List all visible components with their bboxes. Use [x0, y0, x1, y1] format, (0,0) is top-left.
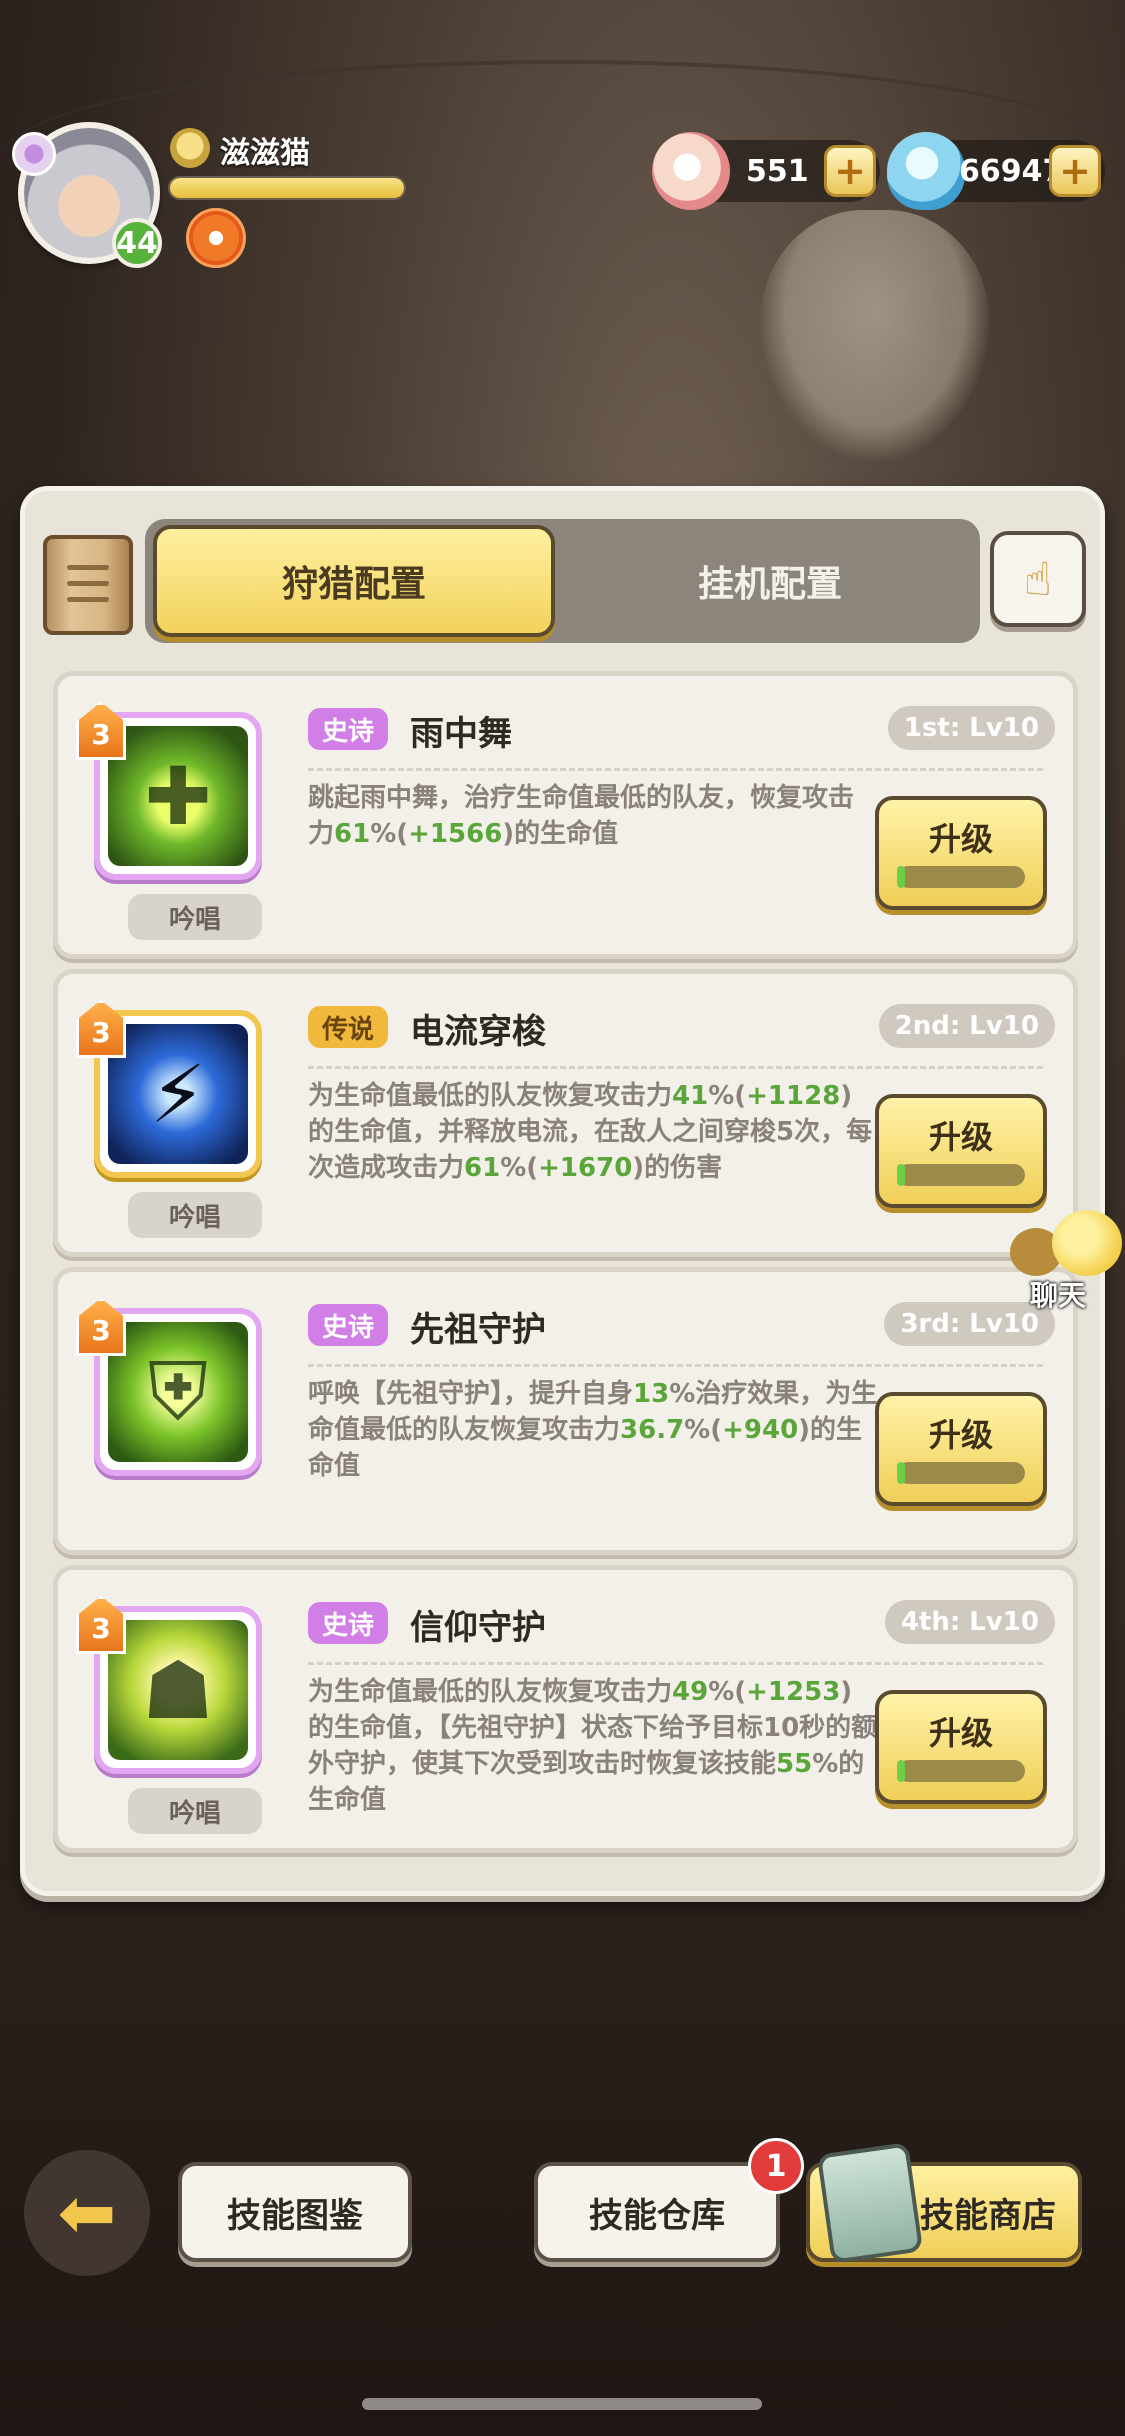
player-level-badge: 44 [112, 218, 162, 268]
skill-card: ⛨ 3 史诗 先祖守护 3rd: Lv10 呼唤【先祖守护】，提升自身13%治疗… [53, 1267, 1078, 1555]
chant-tag: 吟唱 [128, 1192, 262, 1238]
skill-description: 呼唤【先祖守护】，提升自身13%治疗效果，为生命值最低的队友恢复攻击力36.7%… [308, 1379, 878, 1481]
gem-currency: 66947 + [887, 132, 1105, 210]
player-name: 滋滋猫 [220, 136, 310, 171]
upgrade-label: 升级 [928, 1416, 993, 1454]
buff-icon[interactable] [186, 208, 246, 268]
skill-name: 电流穿梭 [410, 1012, 546, 1052]
guide-button[interactable]: ☝ [990, 531, 1086, 627]
skill-shop-button[interactable]: 技能商店 [806, 2142, 1082, 2264]
chat-label: 聊天 [1030, 1279, 1087, 1312]
upgrade-progress [897, 1462, 1025, 1484]
upgrade-label: 升级 [928, 820, 993, 858]
shop-tablet-icon [816, 2142, 924, 2264]
background-floor [0, 1880, 1125, 2436]
gem-count: 66947 [959, 153, 1064, 189]
skill-card: ✚ 3 吟唱 史诗 雨中舞 1st: Lv10 跳起雨中舞，治疗生命值最低的队友… [53, 671, 1078, 959]
upgrade-button[interactable]: 升级 [875, 1690, 1047, 1804]
rarity-badge: 史诗 [308, 1602, 389, 1644]
upgrade-button[interactable]: 升级 [875, 1094, 1047, 1208]
rarity-badge: 史诗 [308, 708, 389, 750]
tab-idle-config[interactable]: 挂机配置 [565, 525, 975, 637]
skill-description: 为生命值最低的队友恢复攻击力41%(+1128)的生命值，并释放电流，在敌人之间… [308, 1081, 873, 1183]
upgrade-label: 升级 [928, 1118, 993, 1156]
pearl-currency: 551 + [652, 132, 880, 210]
home-indicator[interactable] [362, 2398, 762, 2410]
skill-description: 跳起雨中舞，治疗生命值最低的队友，恢复攻击力61%(+1566)的生命值 [308, 783, 855, 849]
slot-level-tag: 4th: Lv10 [884, 1600, 1055, 1644]
pearl-count: 551 [746, 153, 809, 189]
rarity-badge: 史诗 [308, 1304, 389, 1346]
skill-star-badge: 3 [76, 1298, 126, 1356]
skill-card: ☗ 3 吟唱 史诗 信仰守护 4th: Lv10 为生命值最低的队友恢复攻击力4… [53, 1565, 1078, 1853]
divider [308, 1662, 1043, 1665]
skill-shop-label: 技能商店 [920, 2195, 1056, 2236]
upgrade-label: 升级 [928, 1714, 993, 1752]
upgrade-button[interactable]: 升级 [875, 1392, 1047, 1506]
ancestor-guard-icon: ⛨ [108, 1322, 248, 1462]
skill-storage-button[interactable]: 技能仓库 [534, 2162, 780, 2262]
divider [308, 768, 1043, 771]
rain-dance-icon: ✚ [108, 726, 248, 866]
skill-description: 为生命值最低的队友恢复攻击力49%(+1253)的生命值，【先祖守护】状态下给予… [308, 1677, 878, 1815]
slot-level-tag: 2nd: Lv10 [878, 1004, 1055, 1048]
rarity-badge: 传说 [308, 1006, 389, 1048]
slot-level-tag: 1st: Lv10 [887, 706, 1055, 750]
chat-face-icon [1052, 1210, 1122, 1276]
skill-config-panel: 狩猎配置 挂机配置 ☝ ✚ 3 吟唱 史诗 雨中舞 1st: Lv10 跳起雨中… [20, 486, 1105, 1896]
skill-star-badge: 3 [76, 1596, 126, 1654]
tab-hunt-config[interactable]: 狩猎配置 [153, 525, 555, 637]
lightning-shuttle-icon: ⚡ [108, 1024, 248, 1164]
upgrade-progress [897, 1760, 1025, 1782]
chant-tag: 吟唱 [128, 894, 262, 940]
skill-codex-button[interactable]: 技能图鉴 [178, 2162, 412, 2262]
upgrade-button[interactable]: 升级 [875, 796, 1047, 910]
skill-name: 信仰守护 [410, 1608, 546, 1648]
player-title-icon [170, 128, 210, 168]
xp-bar-fill [170, 178, 404, 198]
upgrade-progress [897, 1164, 1025, 1186]
chant-tag: 吟唱 [128, 1788, 262, 1834]
pointing-hand-icon: ☝ [1023, 552, 1052, 606]
faith-guard-icon: ☗ [108, 1620, 248, 1760]
background-skull [760, 210, 990, 460]
gem-icon [887, 132, 965, 210]
config-tab-bar: 狩猎配置 挂机配置 [145, 519, 980, 643]
skill-name: 先祖守护 [410, 1310, 546, 1350]
back-button[interactable]: ⬅ [24, 2150, 150, 2276]
skill-name: 雨中舞 [410, 714, 512, 754]
xp-bar [168, 176, 406, 200]
storage-notification-badge: 1 [748, 2138, 804, 2194]
add-pearl-button[interactable]: + [824, 145, 876, 197]
chat-button[interactable]: 聊天 [1010, 1210, 1122, 1312]
skill-star-badge: 3 [76, 1000, 126, 1058]
avatar-gem-icon [12, 132, 56, 176]
skill-star-badge: 3 [76, 702, 126, 760]
back-arrow-icon: ⬅ [57, 2172, 117, 2254]
divider [308, 1066, 1043, 1069]
upgrade-progress [897, 866, 1025, 888]
add-gem-button[interactable]: + [1049, 145, 1101, 197]
pearl-icon [652, 132, 730, 210]
skill-card: ⚡ 3 吟唱 传说 电流穿梭 2nd: Lv10 为生命值最低的队友恢复攻击力4… [53, 969, 1078, 1257]
scroll-icon[interactable] [43, 535, 133, 635]
divider [308, 1364, 1043, 1367]
